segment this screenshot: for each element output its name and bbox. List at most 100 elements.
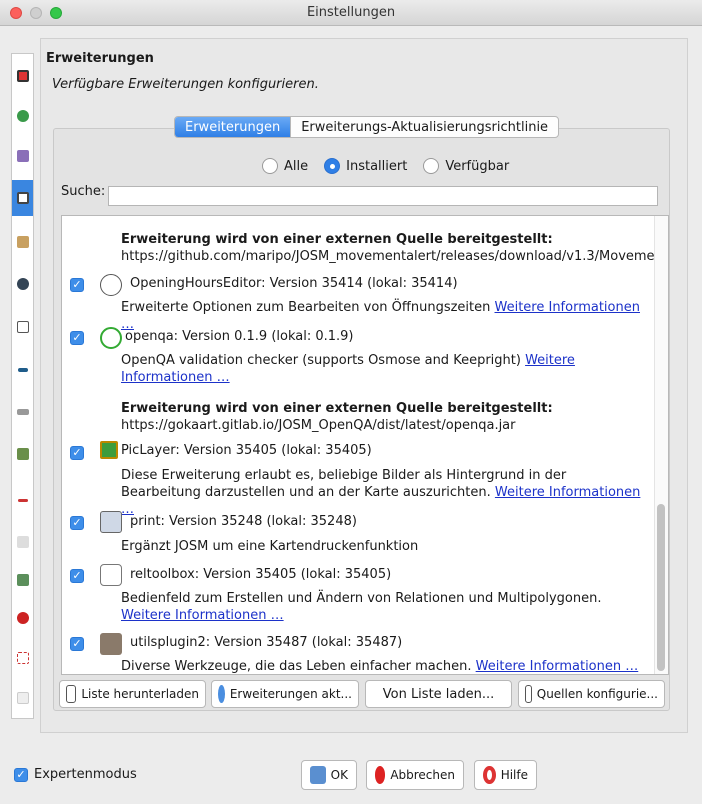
button-label: Liste herunterladen (81, 687, 199, 701)
preferences-tab-strip (11, 53, 34, 719)
load-from-list-button[interactable]: Von Liste laden... (365, 680, 512, 708)
arrow-icon (17, 368, 28, 372)
cancel-icon (375, 766, 386, 784)
button-label: Von Liste laden... (382, 686, 495, 702)
toolbar-settings-tab[interactable] (12, 352, 33, 388)
scrollbar-thumb[interactable] (657, 504, 665, 671)
audio-tab[interactable] (12, 524, 33, 560)
radio-button[interactable] (423, 158, 440, 174)
description-text: Diverse Werkzeuge, die das Leben einfach… (121, 659, 472, 674)
imagery-tab[interactable] (12, 436, 33, 472)
map-icon (16, 150, 29, 162)
shortcuts-tab[interactable] (12, 309, 33, 345)
tagging-tab[interactable] (12, 600, 33, 636)
plugin-icon (16, 192, 29, 204)
window-titlebar: Einstellungen (0, 0, 702, 26)
advanced-tab[interactable] (12, 562, 33, 598)
audio-icon (16, 536, 29, 548)
expert-mode-checkbox[interactable]: ✓ (14, 767, 28, 782)
ok-button[interactable]: OK (301, 760, 357, 790)
imagery-icon (16, 448, 29, 460)
download-list-button[interactable]: Liste herunterladen (59, 680, 206, 708)
plugin-name: PicLayer: Version 35405 (lokal: 35405) (121, 443, 372, 458)
external-source-note: Erweiterung wird von einer externen Quel… (121, 231, 668, 265)
plugin-description: Bedienfeld zum Erstellen und Ändern von … (121, 590, 641, 624)
plugin-checkbox[interactable]: ✓ (70, 516, 84, 530)
plugin-name: openqa: Version 0.1.9 (lokal: 0.1.9) (125, 329, 354, 344)
button-label: Erweiterungen akt... (229, 687, 352, 701)
misc-icon (16, 692, 29, 704)
cancel-button[interactable]: Abbrechen (366, 760, 464, 790)
external-source-url: https://github.com/maripo/JOSM_movementa… (121, 249, 669, 264)
clock-icon (100, 274, 122, 296)
plugin-checkbox[interactable]: ✓ (70, 278, 84, 292)
connection-settings-tab[interactable] (12, 98, 33, 134)
plugin-description: Diese Erweiterung erlaubt es, beliebige … (121, 467, 641, 518)
description-text: Ergänzt JOSM um eine Kartendruckenfunkti… (121, 539, 419, 554)
configure-sources-button[interactable]: Quellen konfigurie... (518, 680, 665, 708)
plugin-checkbox[interactable]: ✓ (70, 569, 84, 583)
description-text: OpenQA validation checker (supports Osmo… (121, 353, 521, 368)
plugins-tab[interactable] (12, 180, 33, 216)
relation-toolbox-icon (100, 564, 122, 586)
presets-tab[interactable] (12, 224, 33, 260)
keyboard-icon (16, 321, 29, 333)
search-icon (525, 685, 532, 703)
radio-label: Verfügbar (445, 158, 510, 174)
plugin-name: print: Version 35248 (lokal: 35248) (130, 514, 357, 529)
map-projection-tab[interactable] (12, 138, 33, 174)
remote-icon (16, 278, 29, 290)
plugin-checkbox[interactable]: ✓ (70, 446, 84, 460)
tab-update-policy[interactable]: Erweiterungs-Aktualisierungsrichtlinie (290, 117, 558, 137)
download-icon (66, 685, 77, 703)
validator-icon (16, 409, 29, 415)
remote-control-tab[interactable] (12, 266, 33, 302)
external-source-url: https://gokaart.gitlab.io/JOSM_OpenQA/di… (121, 418, 516, 433)
mappaint-tab[interactable] (12, 482, 33, 518)
layout-tab[interactable] (12, 640, 33, 676)
more-info-link[interactable]: Weitere Informationen … (476, 659, 639, 674)
radio-label: Installiert (346, 158, 408, 174)
window-title: Einstellungen (306, 5, 396, 20)
cross-icon (17, 498, 28, 502)
list-scrollbar[interactable] (654, 216, 668, 674)
plugin-description: Ergänzt JOSM um eine Kartendruckenfunkti… (121, 538, 641, 555)
tag-icon (16, 612, 29, 624)
misc-tab[interactable] (12, 680, 33, 716)
plugin-description: Diverse Werkzeuge, die das Leben einfach… (121, 658, 641, 674)
layout-icon (16, 652, 29, 664)
button-label: OK (330, 768, 348, 782)
printer-icon (100, 511, 122, 533)
filter-available-radio[interactable]: Verfügbar (423, 158, 509, 174)
tab-plugins[interactable]: Erweiterungen (175, 117, 291, 137)
expert-mode-label: Expertenmodus (34, 767, 137, 782)
plugin-description: OpenQA validation checker (supports Osmo… (121, 352, 581, 386)
plugin-description: Erweiterte Optionen zum Bearbeiten von Ö… (121, 299, 641, 333)
radio-button[interactable] (262, 158, 278, 174)
description-text: Erweiterte Optionen zum Bearbeiten von Ö… (121, 300, 491, 315)
button-label: Quellen konfigurie... (536, 687, 658, 701)
update-plugins-button[interactable]: Erweiterungen akt... (211, 680, 359, 708)
plugin-checkbox[interactable]: ✓ (70, 331, 84, 345)
display-settings-tab[interactable] (12, 58, 33, 94)
external-source-label: Erweiterung wird von einer externen Quel… (121, 401, 553, 416)
plugin-checkbox[interactable]: ✓ (70, 637, 84, 651)
external-source-label: Erweiterung wird von einer externen Quel… (121, 232, 553, 247)
help-button[interactable]: Hilfe (474, 760, 537, 790)
plugin-list[interactable]: Erweiterung wird von einer externen Quel… (61, 215, 669, 675)
tab-bar: Erweiterungen Erweiterungs-Aktualisierun… (174, 116, 560, 138)
tools-icon (100, 633, 122, 655)
page-subtitle: Verfügbare Erweiterungen konfigurieren. (52, 77, 319, 92)
search-label: Suche: (61, 184, 106, 199)
expert-mode-toggle[interactable]: ✓ Expertenmodus (14, 767, 137, 782)
filter-installed-radio[interactable]: Installiert (324, 158, 407, 174)
description-text: Bedienfeld zum Erstellen und Ändern von … (121, 591, 602, 606)
lifebuoy-icon (483, 766, 496, 784)
more-info-link[interactable]: Weitere Informationen … (121, 608, 284, 623)
filter-all-radio[interactable]: Alle (262, 158, 308, 174)
search-input[interactable] (108, 186, 658, 206)
preset-icon (16, 236, 29, 248)
refresh-icon (218, 685, 225, 703)
radio-button[interactable] (324, 158, 341, 174)
validator-tab[interactable] (12, 394, 33, 430)
